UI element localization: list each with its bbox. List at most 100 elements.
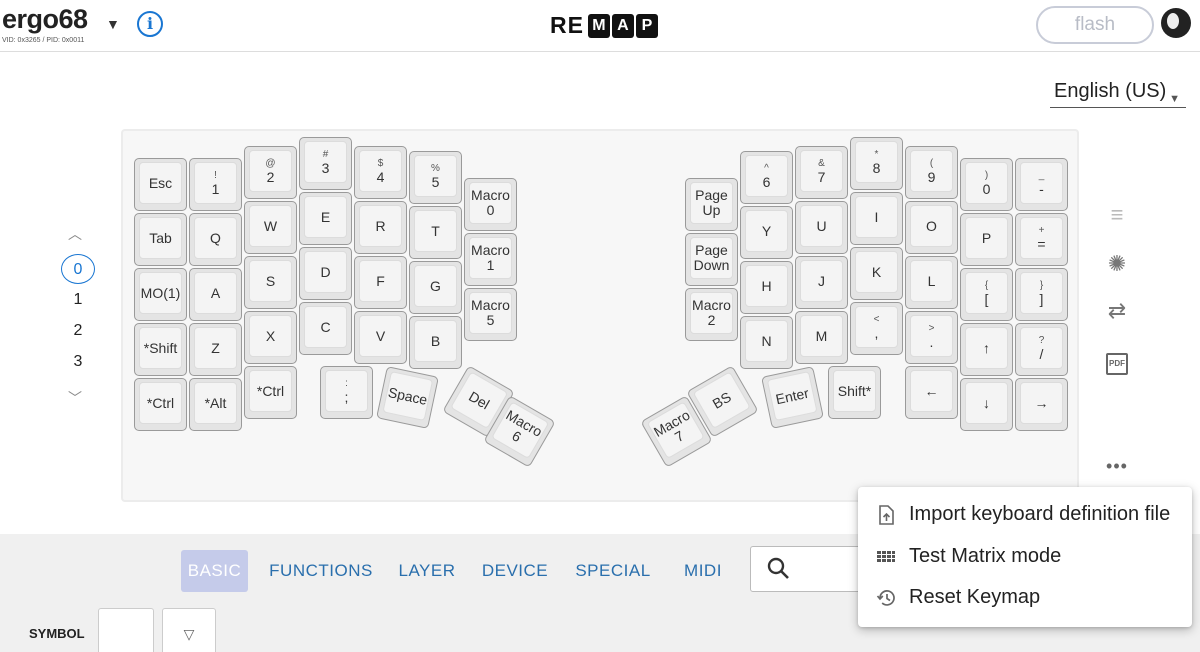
key[interactable]: → [1015, 378, 1068, 431]
key[interactable]: X [244, 311, 297, 364]
language-select[interactable]: English (US) ▼ [1050, 78, 1186, 108]
tab-layer[interactable]: LAYER [393, 550, 461, 592]
key[interactable]: B [409, 316, 462, 369]
key[interactable]: _ - [1015, 158, 1068, 211]
key[interactable]: Q [189, 213, 242, 266]
key[interactable]: ! 1 [189, 158, 242, 211]
tab-functions[interactable]: FUNCTIONS [266, 550, 376, 592]
key[interactable]: ^ 6 [740, 151, 793, 204]
key[interactable]: F [354, 256, 407, 309]
key[interactable]: Enter [761, 366, 824, 429]
key[interactable]: <, [850, 302, 903, 355]
key[interactable]: E [299, 192, 352, 245]
key[interactable]: % 5 [409, 151, 462, 204]
key-shift-label: + [1038, 224, 1045, 236]
key[interactable]: S [244, 256, 297, 309]
key[interactable]: H [740, 261, 793, 314]
key[interactable]: Macro 5 [464, 288, 517, 341]
key-label: ↑ [983, 339, 990, 356]
key[interactable]: :; [320, 366, 373, 419]
key[interactable]: A [189, 268, 242, 321]
key[interactable]: M [795, 311, 848, 364]
keyboard-name[interactable]: ergo68 [2, 4, 88, 35]
key-cap: _ - [1020, 162, 1063, 204]
key[interactable]: >. [905, 311, 958, 364]
key[interactable]: *Shift [134, 323, 187, 376]
key[interactable]: Page Down [685, 233, 738, 286]
key[interactable]: @2 [244, 146, 297, 199]
flash-button[interactable]: flash [1036, 6, 1154, 44]
tab-basic[interactable]: BASIC [181, 550, 248, 592]
key[interactable]: Shift* [828, 366, 881, 419]
key[interactable]: {[ [960, 268, 1013, 321]
key[interactable]: I [850, 192, 903, 245]
key[interactable]: Macro 2 [685, 288, 738, 341]
key[interactable]: Tab [134, 213, 187, 266]
tab-special[interactable]: SPECIAL [571, 550, 655, 592]
backlight-icon[interactable]: ✺ [1100, 247, 1134, 281]
key[interactable]: *Ctrl [244, 366, 297, 419]
key[interactable]: N [740, 316, 793, 369]
key[interactable]: ↓ [960, 378, 1013, 431]
key[interactable]: MO(1) [134, 268, 187, 321]
key[interactable]: C [299, 302, 352, 355]
key[interactable]: ↑ [960, 323, 1013, 376]
key-label: C [320, 318, 331, 335]
layer-down-chevron-icon[interactable]: ﹀ [68, 388, 82, 408]
key[interactable]: Page Up [685, 178, 738, 231]
menu-item-test-matrix[interactable]: Test Matrix mode [858, 537, 1192, 577]
keycode-search-input[interactable] [750, 546, 870, 592]
key[interactable]: W [244, 201, 297, 254]
key[interactable]: Macro 1 [464, 233, 517, 286]
list-icon[interactable]: ≡ [1100, 198, 1134, 232]
menu-item-reset-keymap[interactable]: Reset Keymap [858, 578, 1192, 618]
key[interactable]: Esc [134, 158, 187, 211]
info-icon[interactable]: i [137, 11, 163, 37]
menu-item-import[interactable]: Import keyboard definition file [858, 495, 1192, 535]
layer-2[interactable]: 2 [61, 316, 95, 346]
key[interactable]: *Alt [189, 378, 242, 431]
pdf-icon[interactable]: PDF [1100, 342, 1134, 376]
more-options-icon[interactable]: ••• [1100, 449, 1134, 483]
key[interactable]: P [960, 213, 1013, 266]
layer-up-chevron-icon[interactable]: ︿ [68, 224, 82, 244]
key[interactable]: G [409, 261, 462, 314]
key[interactable]: O [905, 201, 958, 254]
key[interactable]: T [409, 206, 462, 259]
key[interactable]: *Ctrl [134, 378, 187, 431]
key[interactable]: ) 0 [960, 158, 1013, 211]
keyboard-menu-caret-icon[interactable]: ▼ [106, 16, 120, 32]
key[interactable]: + = [1015, 213, 1068, 266]
key-cap: L [910, 260, 953, 302]
key[interactable]: }] [1015, 268, 1068, 321]
key[interactable]: ← [905, 366, 958, 419]
key[interactable]: * 8 [850, 137, 903, 190]
key[interactable]: D [299, 247, 352, 300]
symbol-dropdown[interactable]: ▽ [162, 608, 216, 652]
key[interactable]: Macro 0 [464, 178, 517, 231]
key-cap: C [304, 306, 347, 348]
avatar[interactable] [1161, 8, 1191, 38]
layer-0[interactable]: 0 [61, 254, 95, 284]
layer-1[interactable]: 1 [61, 285, 95, 315]
key[interactable]: R [354, 201, 407, 254]
tab-device[interactable]: DEVICE [478, 550, 552, 592]
key[interactable]: J [795, 256, 848, 309]
key[interactable]: ? / [1015, 323, 1068, 376]
key[interactable]: #3 [299, 137, 352, 190]
key[interactable]: & 7 [795, 146, 848, 199]
key[interactable]: U [795, 201, 848, 254]
key[interactable]: Z [189, 323, 242, 376]
key[interactable]: V [354, 311, 407, 364]
key[interactable]: L [905, 256, 958, 309]
key[interactable]: K [850, 247, 903, 300]
tab-midi[interactable]: MIDI [677, 550, 729, 592]
key[interactable]: (9 [905, 146, 958, 199]
key[interactable]: $4 [354, 146, 407, 199]
layer-3[interactable]: 3 [61, 347, 95, 377]
key-cap: BS [692, 371, 751, 430]
key[interactable]: Space [376, 366, 439, 429]
key[interactable]: Y [740, 206, 793, 259]
symbol-key-slot[interactable] [98, 608, 154, 652]
swap-icon[interactable]: ⇄ [1100, 294, 1134, 328]
